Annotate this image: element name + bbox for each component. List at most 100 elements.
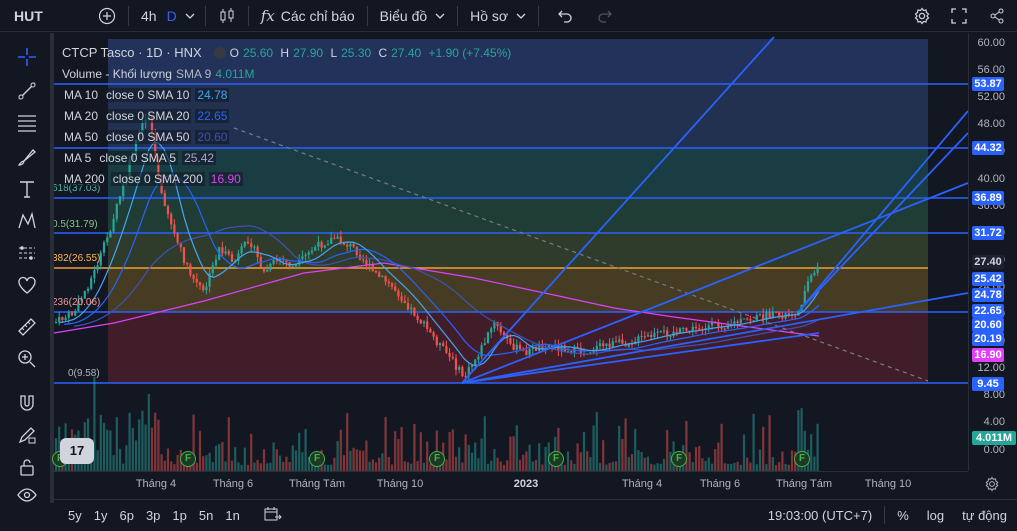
profile-menu-label: Hồ sơ	[470, 7, 509, 24]
legend-ma-row[interactable]: MA 50 close 0 SMA 50 20.60	[62, 126, 519, 147]
legend-volume-row[interactable]: Volume - Khối lượng SMA 9 4.011M	[62, 63, 519, 84]
top-toolbar: HUT 4h D fx Các chỉ báo Biểu đồ Hồ sơ	[0, 0, 1017, 32]
time-tick: Tháng 6	[212, 478, 254, 490]
settings-button[interactable]	[903, 0, 941, 32]
separator	[366, 5, 368, 26]
range-button[interactable]: 5y	[54, 508, 88, 523]
clock-time[interactable]: 19:03:00 (UTC+7)	[754, 508, 884, 523]
legend-ma-row[interactable]: MA 5 close 0 SMA 5 25.42	[62, 147, 519, 168]
fullscreen-icon	[951, 8, 967, 24]
prediction-icon	[19, 246, 35, 260]
visibility-tool[interactable]	[13, 481, 41, 509]
time-tick: Tháng 6	[699, 478, 741, 490]
chart-menu-button[interactable]: Biểu đồ	[372, 0, 453, 32]
earnings-badge[interactable]: F	[794, 451, 810, 467]
range-button[interactable]: 1p	[166, 508, 192, 523]
bottom-right: 19:03:00 (UTC+7) % log tự động	[754, 500, 1017, 530]
range-button[interactable]: 6p	[113, 508, 139, 523]
drawing-toolbar	[0, 33, 54, 503]
legend-ma-row[interactable]: MA 20 close 0 SMA 20 22.65	[62, 105, 519, 126]
price-tick: 0.00	[983, 443, 1005, 456]
price-label: 24.78	[972, 288, 1004, 302]
earnings-badge[interactable]: F	[429, 451, 445, 467]
auto-toggle[interactable]: tự động	[950, 508, 1017, 523]
trendline-tool[interactable]	[13, 77, 41, 105]
undo-button[interactable]	[543, 0, 587, 32]
price-tick: 52.00	[977, 91, 1005, 104]
lock-tool[interactable]	[13, 453, 41, 481]
price-label: 9.45	[972, 377, 1004, 391]
range-button[interactable]: 1y	[88, 508, 114, 523]
settings-small-icon[interactable]	[984, 476, 1000, 492]
market-status-dot	[213, 46, 226, 59]
chart-type-button[interactable]	[210, 0, 244, 32]
heart-icon	[18, 276, 36, 294]
legend-ma-rows: MA 10 close 0 SMA 10 24.78 MA 20 close 0 SMA…	[62, 84, 519, 189]
ma-params: close 0 SMA 10	[104, 87, 192, 102]
range-buttons: 5y 1y 6p 3p 1p 5n 1n	[54, 508, 246, 523]
time-tick: Tháng 4	[621, 478, 663, 490]
prediction-tool[interactable]	[13, 239, 41, 267]
range-button[interactable]: 1n	[219, 508, 245, 523]
price-label: 44.32	[972, 141, 1004, 155]
earnings-badge[interactable]: F	[180, 451, 196, 467]
zoom-tool[interactable]	[13, 345, 41, 373]
price-tick: 56.00	[977, 64, 1005, 77]
separator	[247, 5, 249, 26]
legend-symbol-title[interactable]: CTCP Tasco · 1D · HNX	[62, 45, 202, 60]
price-label: 20.19	[972, 332, 1004, 346]
indicators-button[interactable]: fx Các chỉ báo	[253, 0, 363, 32]
fib-label-0: 0(9.58)	[68, 368, 100, 379]
fib-label-05: 0.5(31.79)	[54, 219, 98, 230]
gear-icon	[914, 7, 930, 25]
fib-tool[interactable]	[13, 109, 41, 137]
range-button[interactable]: 5n	[193, 508, 219, 523]
price-tick: 48.00	[977, 118, 1005, 131]
undo-icon	[558, 10, 572, 23]
brush-tool[interactable]	[13, 143, 41, 171]
measure-tool[interactable]	[13, 313, 41, 341]
legend-ma-row[interactable]: MA 10 close 0 SMA 10 24.78	[62, 84, 519, 105]
pattern-tool[interactable]	[13, 207, 41, 235]
earnings-badge[interactable]: F	[548, 451, 564, 467]
interval-dropdown[interactable]	[179, 0, 201, 32]
symbol-search[interactable]: HUT	[0, 0, 90, 32]
earnings-badge[interactable]: F	[309, 451, 325, 467]
text-tool[interactable]	[13, 175, 41, 203]
redo-button[interactable]	[587, 0, 623, 32]
trendline-icon	[18, 82, 36, 100]
price-label: 36.89	[972, 191, 1004, 205]
price-label: 27.40	[972, 255, 1004, 269]
ruler-icon	[18, 318, 36, 336]
compare-add-button[interactable]	[90, 0, 124, 32]
stay-drawing-tool[interactable]	[13, 421, 41, 449]
separator	[538, 5, 540, 26]
price-label: 20.60	[972, 318, 1004, 332]
fullscreen-button[interactable]	[941, 0, 977, 32]
earnings-badge[interactable]: F	[671, 451, 687, 467]
ma-name: MA 200	[62, 171, 107, 186]
legend-ma-row[interactable]: MA 200 close 0 SMA 200 16.90	[62, 168, 519, 189]
profile-menu-button[interactable]: Hồ sơ	[462, 0, 534, 32]
time-axis[interactable]: Tháng 4 Tháng 6 Tháng Tám Tháng 10 2023 Tháng…	[54, 471, 999, 498]
ma-name: MA 20	[62, 108, 101, 123]
share-icon	[990, 8, 1004, 24]
crosshair-icon	[18, 48, 36, 66]
tradingview-logo[interactable]: 17	[60, 438, 94, 464]
volume-name: Volume - Khối lượng	[62, 66, 172, 81]
favorites-tool[interactable]	[13, 271, 41, 299]
price-tick: 60.00	[977, 37, 1005, 49]
interval-d[interactable]: D	[165, 0, 179, 32]
magnet-tool[interactable]	[13, 389, 41, 417]
ma-name: MA 50	[62, 129, 101, 144]
range-button[interactable]: 3p	[140, 508, 166, 523]
goto-date-button[interactable]	[246, 506, 288, 525]
crosshair-tool[interactable]	[13, 43, 41, 71]
interval-4h[interactable]: 4h	[133, 0, 165, 32]
price-scale[interactable]: 60.0056.0052.0048.0044.0040.0036.0032.00…	[968, 33, 1017, 471]
chevron-down-icon	[516, 13, 526, 19]
share-button[interactable]	[977, 0, 1017, 32]
volume-value: 4.011M	[215, 66, 255, 81]
percent-toggle[interactable]: %	[885, 508, 915, 523]
log-toggle[interactable]: log	[915, 508, 950, 523]
